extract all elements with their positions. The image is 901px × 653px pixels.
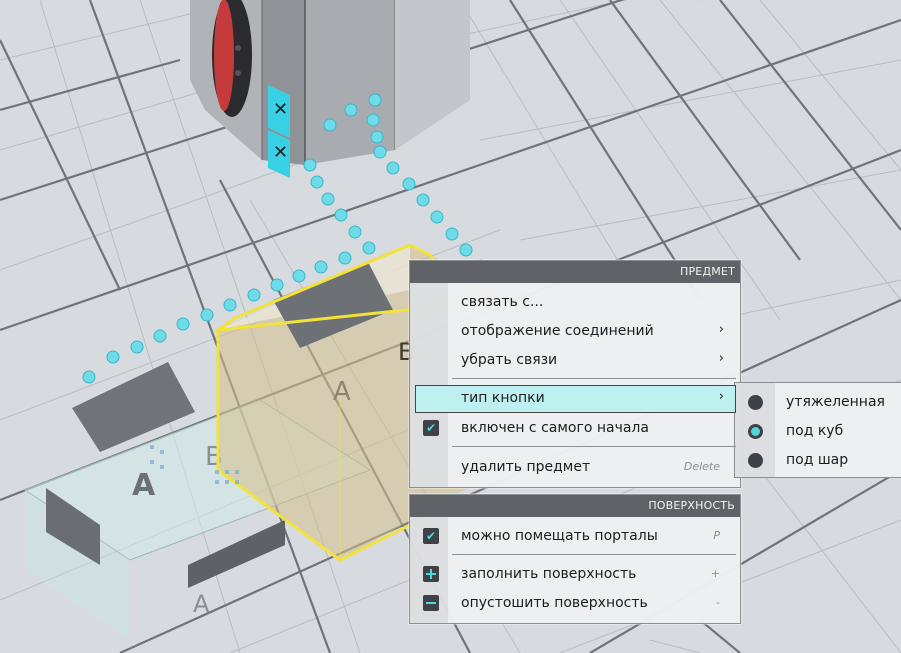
menu-item-link-with[interactable]: связать с... <box>410 289 740 315</box>
object-context-menu: ПРЕДМЕТ связать с... отображение соедине… <box>409 260 741 488</box>
menu-separator <box>452 446 736 447</box>
shortcut-label: Delete <box>683 460 720 473</box>
radio-icon[interactable] <box>748 395 763 410</box>
chevron-right-icon: › <box>718 322 724 337</box>
chevron-right-icon: › <box>718 389 724 404</box>
menu-item-show-connections[interactable]: отображение соединений › <box>410 318 740 344</box>
chevron-right-icon: › <box>718 351 724 366</box>
radio-option-ball[interactable]: под шар <box>735 447 901 475</box>
checkbox-checked-icon[interactable]: ✔ <box>423 420 439 436</box>
radio-selected-icon[interactable] <box>748 424 763 439</box>
svg-text:A: A <box>193 590 210 618</box>
svg-text:✕: ✕ <box>273 99 288 120</box>
minus-icon <box>423 595 439 611</box>
svg-text:A: A <box>132 468 156 503</box>
radio-icon[interactable] <box>748 453 763 468</box>
menu-item-clear-surface[interactable]: опустошить поверхность - <box>410 590 740 616</box>
shortcut-label: P <box>713 529 720 542</box>
menu-item-allow-portals[interactable]: ✔ можно помещать порталы P <box>410 523 740 549</box>
button-type-submenu: утяжеленная под куб под шар <box>734 382 901 478</box>
menu-separator <box>452 378 736 379</box>
radio-option-weighted[interactable]: утяжеленная <box>735 389 901 417</box>
menu-item-remove-links[interactable]: убрать связи › <box>410 347 740 373</box>
plus-icon <box>423 566 439 582</box>
menu-item-fill-surface[interactable]: заполнить поверхность + <box>410 561 740 587</box>
object-menu-header: ПРЕДМЕТ <box>410 261 740 283</box>
menu-item-button-type[interactable]: тип кнопки › <box>415 385 736 413</box>
checkbox-checked-icon[interactable]: ✔ <box>423 528 439 544</box>
surface-context-menu: ПОВЕРХНОСТЬ ✔ можно помещать порталы P з… <box>409 494 741 624</box>
shortcut-label: - <box>716 596 720 609</box>
shortcut-label: + <box>710 567 720 580</box>
menu-item-delete-object[interactable]: удалить предмет Delete <box>410 454 740 480</box>
surface-menu-header: ПОВЕРХНОСТЬ <box>410 495 740 517</box>
svg-text:A: A <box>333 377 351 407</box>
menu-item-enabled-at-start[interactable]: ✔ включен с самого начала <box>410 415 740 441</box>
menu-separator <box>452 554 736 555</box>
svg-text:✕: ✕ <box>273 142 288 163</box>
radio-option-cube[interactable]: под куб <box>735 418 901 446</box>
